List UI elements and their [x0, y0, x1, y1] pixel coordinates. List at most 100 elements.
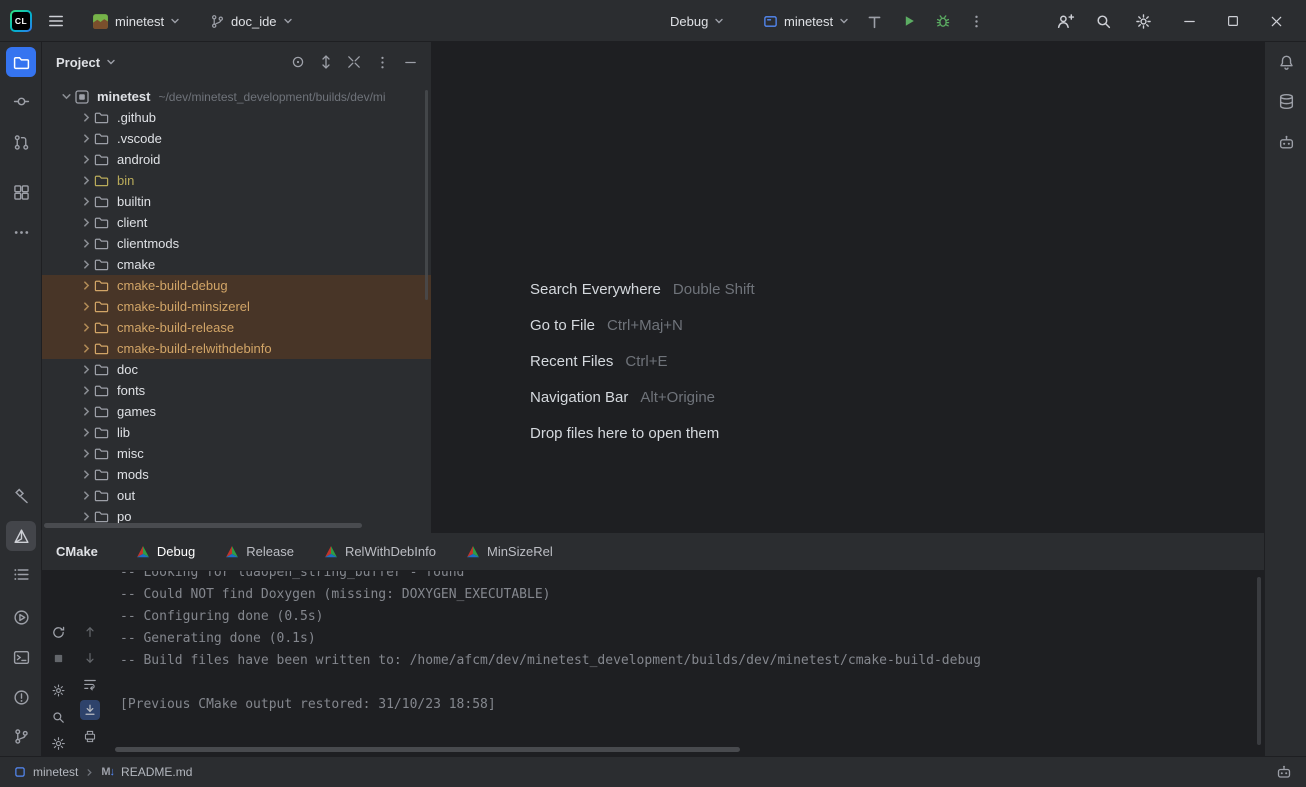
status-file-name[interactable]: README.md — [121, 765, 192, 779]
tree-root-minetest[interactable]: minetest ~/dev/minetest_development/buil… — [42, 86, 431, 107]
maximize-button[interactable] — [1226, 8, 1240, 34]
up-arrow-icon[interactable] — [80, 622, 100, 642]
project-selector[interactable]: minetest — [86, 7, 186, 35]
folder-icon — [94, 509, 110, 524]
tree-item-games[interactable]: games — [42, 401, 431, 422]
branch-selector[interactable]: doc_ide — [204, 7, 299, 35]
print-icon[interactable] — [80, 726, 100, 746]
tree-item-vscode[interactable]: .vscode — [42, 128, 431, 149]
notifications-icon[interactable] — [1271, 47, 1301, 77]
tree-item-clientmods[interactable]: clientmods — [42, 233, 431, 254]
ai-assistant-icon[interactable] — [1271, 127, 1301, 157]
folder-icon — [94, 194, 110, 209]
settings-gear-icon[interactable] — [1135, 8, 1152, 34]
project-toolwindow-icon[interactable] — [6, 47, 36, 77]
pull-requests-toolwindow-icon[interactable] — [6, 127, 36, 157]
build-type-selector[interactable]: Debug — [664, 7, 730, 35]
settings-icon[interactable] — [48, 733, 68, 753]
main-menu-icon[interactable] — [47, 8, 65, 34]
commit-toolwindow-icon[interactable] — [6, 86, 36, 116]
project-horizontal-scrollbar[interactable] — [44, 523, 362, 528]
tab-minsizerel[interactable]: MinSizeRel — [466, 533, 553, 571]
more-tool-windows-icon[interactable] — [6, 217, 36, 247]
code-with-me-icon[interactable] — [1056, 8, 1075, 34]
project-panel-title[interactable]: Project — [56, 55, 116, 70]
tab-debug[interactable]: Debug — [136, 533, 195, 571]
tab-relwithdebinfo[interactable]: RelWithDebInfo — [324, 533, 436, 571]
close-button[interactable] — [1269, 8, 1284, 34]
project-panel-header: Project — [42, 42, 431, 82]
cmake-toolwindow-icon[interactable] — [6, 521, 36, 551]
console-vertical-scrollbar[interactable] — [1257, 577, 1261, 745]
tree-item-cmake[interactable]: cmake — [42, 254, 431, 275]
folder-icon — [94, 131, 110, 146]
hide-panel-icon[interactable] — [399, 51, 421, 73]
database-icon[interactable] — [1271, 86, 1301, 116]
status-ai-assistant-icon[interactable] — [1276, 764, 1292, 780]
tree-item-out[interactable]: out — [42, 485, 431, 506]
todo-toolwindow-icon[interactable] — [6, 559, 36, 589]
tree-item-cmake-build-minsizerel[interactable]: cmake-build-minsizerel — [42, 296, 431, 317]
clion-logo-text: CL — [12, 12, 30, 30]
collapse-all-icon[interactable] — [343, 51, 365, 73]
minimize-button[interactable] — [1182, 8, 1197, 34]
problems-toolwindow-icon[interactable] — [6, 682, 36, 712]
tree-item-client[interactable]: client — [42, 212, 431, 233]
build-hammer-icon[interactable] — [866, 8, 883, 34]
branch-selector-label: doc_ide — [231, 14, 277, 29]
tree-item-mods[interactable]: mods — [42, 464, 431, 485]
down-arrow-icon[interactable] — [80, 648, 100, 668]
clion-logo[interactable]: CL — [10, 8, 32, 34]
git-toolwindow-icon[interactable] — [6, 721, 36, 751]
terminal-toolwindow-icon[interactable] — [6, 642, 36, 672]
tree-item-fonts[interactable]: fonts — [42, 380, 431, 401]
project-selector-label: minetest — [115, 14, 164, 29]
tree-item-github[interactable]: .github — [42, 107, 431, 128]
build-toolwindow-icon[interactable] — [6, 480, 36, 510]
tree-item-doc[interactable]: doc — [42, 359, 431, 380]
run-config-label: minetest — [784, 14, 833, 29]
cmake-panel: CMake Debug Release RelWithDebInfo MinSi… — [42, 533, 1264, 756]
build-type-label: Debug — [670, 14, 708, 29]
debug-button[interactable] — [935, 8, 951, 34]
tree-item-cmake-build-release[interactable]: cmake-build-release — [42, 317, 431, 338]
cmake-logo-icon — [466, 545, 480, 559]
expand-all-icon[interactable] — [315, 51, 337, 73]
tree-item-misc[interactable]: misc — [42, 443, 431, 464]
run-toolwindow-icon[interactable] — [6, 602, 36, 632]
root-path: ~/dev/minetest_development/builds/dev/mi — [158, 90, 385, 104]
project-vertical-scrollbar[interactable] — [425, 90, 428, 300]
run-button[interactable] — [901, 8, 917, 34]
hint-go-to-file: Go to FileCtrl+Maj+N — [530, 307, 755, 343]
git-branch-icon — [210, 14, 225, 29]
console-horizontal-scrollbar[interactable] — [115, 747, 740, 752]
tab-release[interactable]: Release — [225, 533, 294, 571]
status-project-name[interactable]: minetest — [33, 765, 78, 779]
folder-icon — [94, 236, 110, 251]
soft-wrap-icon[interactable] — [80, 674, 100, 694]
reload-cmake-icon[interactable] — [48, 622, 68, 642]
left-tool-strip — [0, 42, 42, 756]
tree-item-android[interactable]: android — [42, 149, 431, 170]
console-line: -- Build files have been written to: /ho… — [120, 650, 1254, 672]
search-icon[interactable] — [1095, 8, 1112, 34]
tree-item-builtin[interactable]: builtin — [42, 191, 431, 212]
chevron-down-icon[interactable] — [58, 91, 74, 102]
folder-icon — [94, 320, 110, 335]
stop-icon[interactable] — [48, 648, 68, 668]
run-configuration-selector[interactable]: minetest — [757, 7, 855, 35]
hint-search-everywhere: Search EverywhereDouble Shift — [530, 271, 755, 307]
scroll-to-end-icon[interactable] — [80, 700, 100, 720]
structure-toolwindow-icon[interactable] — [6, 177, 36, 207]
tree-item-lib[interactable]: lib — [42, 422, 431, 443]
cmake-settings-icon[interactable] — [48, 680, 68, 700]
tree-item-bin[interactable]: bin — [42, 170, 431, 191]
tree-item-cmake-build-relwithdebinfo[interactable]: cmake-build-relwithdebinfo — [42, 338, 431, 359]
panel-options-icon[interactable] — [371, 51, 393, 73]
cmake-logo-icon — [136, 545, 150, 559]
find-icon[interactable] — [48, 707, 68, 727]
tree-item-cmake-build-debug[interactable]: cmake-build-debug — [42, 275, 431, 296]
locate-file-icon[interactable] — [287, 51, 309, 73]
folder-icon — [94, 404, 110, 419]
more-actions-icon[interactable] — [969, 8, 984, 34]
